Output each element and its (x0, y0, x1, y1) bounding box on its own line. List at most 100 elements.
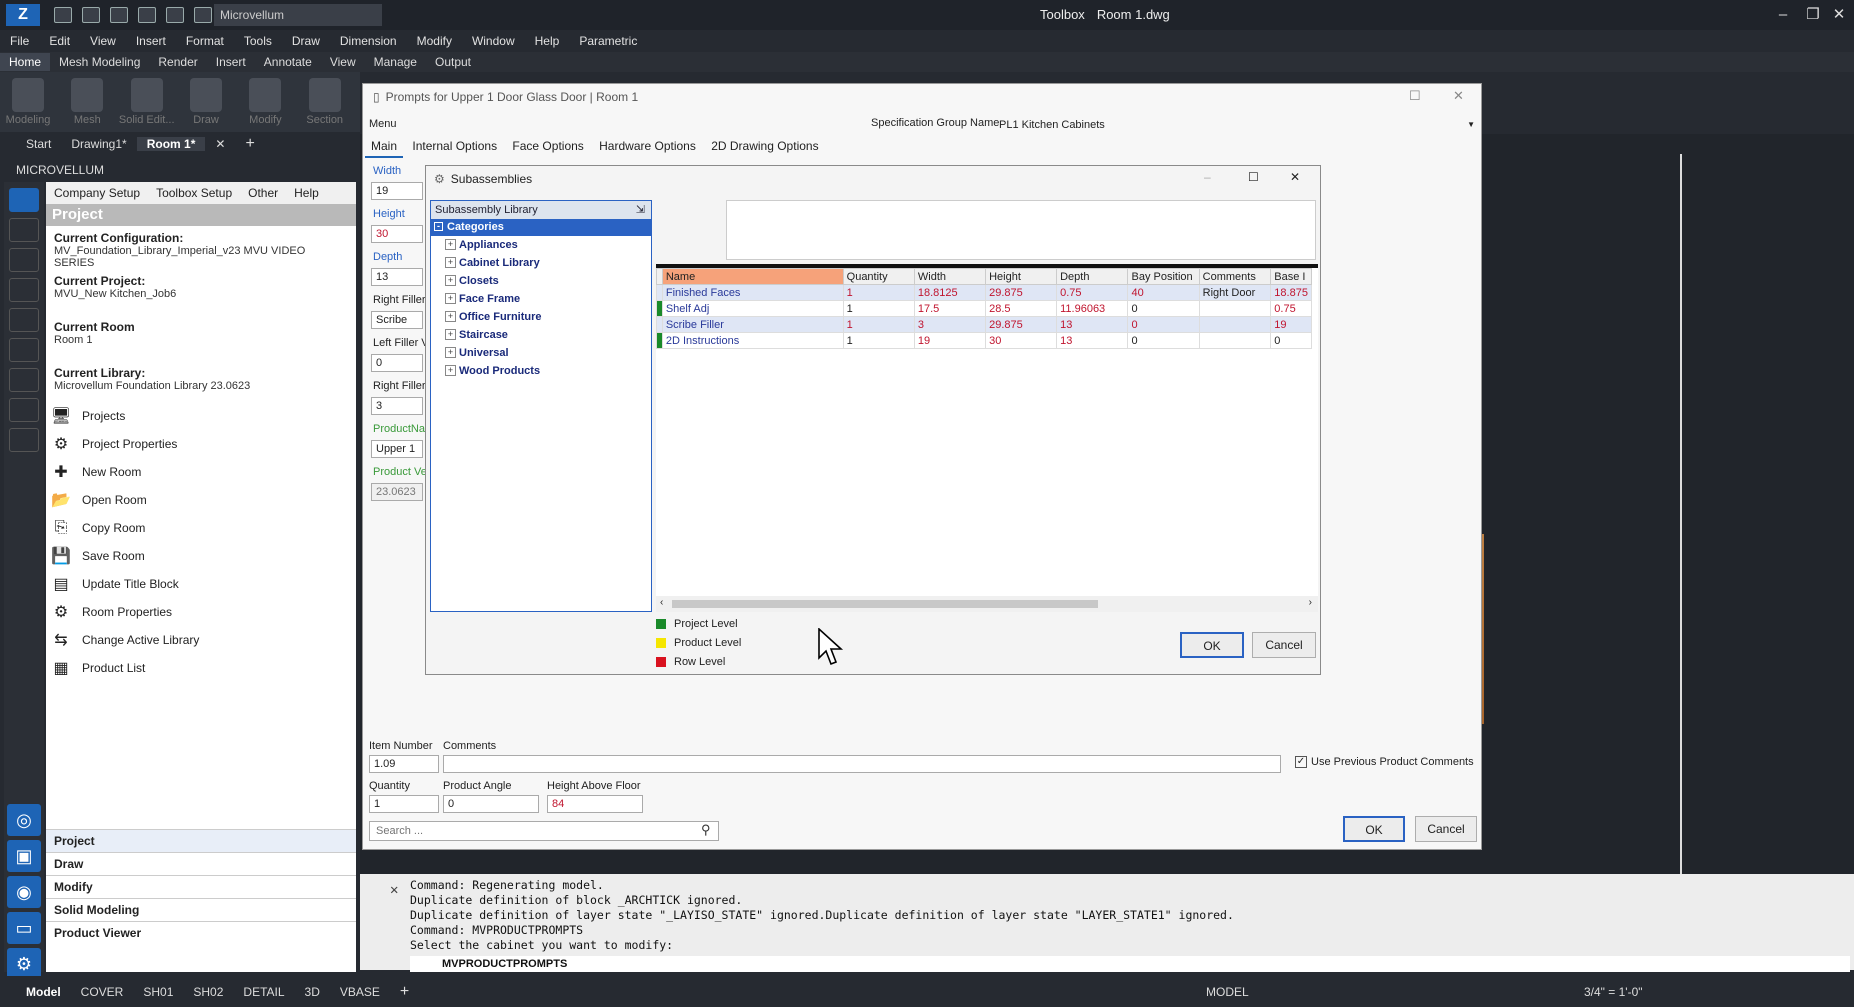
rectangle-icon[interactable] (9, 338, 39, 362)
menu-tools[interactable]: Tools (244, 34, 272, 48)
item-number-input[interactable]: 1.09 (369, 755, 439, 773)
tree-node-appliances[interactable]: Appliances (431, 236, 651, 254)
model-space-toggle[interactable]: MODEL (1196, 985, 1259, 999)
leader-icon[interactable] (9, 428, 39, 452)
table-cell[interactable]: 11.96063 (1056, 300, 1129, 317)
column-header-name[interactable]: Name (661, 268, 844, 285)
open-folder-icon[interactable] (82, 7, 100, 23)
tab-annotate[interactable]: Annotate (255, 53, 321, 71)
menu-file[interactable]: File (10, 34, 29, 48)
layout-tab-vbase[interactable]: VBASE (330, 985, 390, 999)
nav-project[interactable]: Project (46, 829, 356, 852)
command-copy-room[interactable]: ⎘ Copy Room (46, 514, 356, 542)
menu-parametric[interactable]: Parametric (579, 34, 637, 48)
table-row[interactable]: Shelf Adj 1 17.5 28.5 11.96063 0 0.75 (656, 300, 1312, 317)
minimize-icon[interactable]: – (1768, 4, 1798, 26)
tree-node-staircase[interactable]: Staircase (431, 326, 651, 344)
scrollbar-thumb[interactable] (672, 600, 1098, 608)
table-cell[interactable]: 19 (913, 332, 987, 349)
command-new-room[interactable]: ✚ New Room (46, 458, 356, 486)
quantity-input[interactable]: 1 (369, 795, 439, 813)
right-filler-width-input[interactable]: 3 (371, 397, 423, 415)
table-cell[interactable]: 13 (1056, 332, 1129, 349)
column-header-quantity[interactable]: Quantity (842, 268, 915, 285)
search-icon[interactable]: ⚲ (701, 822, 711, 838)
prompts-cancel-button[interactable]: Cancel (1415, 816, 1477, 842)
close-command-icon[interactable]: ✕ (390, 882, 398, 898)
nav-modify[interactable]: Modify (46, 875, 356, 898)
layout-tab-detail[interactable]: DETAIL (233, 985, 294, 999)
command-change-active-library[interactable]: ⇆ Change Active Library (46, 626, 356, 654)
tab-main[interactable]: Main (365, 136, 404, 158)
subassemblies-maximize-icon[interactable]: ☐ (1248, 170, 1259, 184)
tab-internal-options[interactable]: Internal Options (406, 136, 503, 156)
table-cell[interactable]: Shelf Adj (661, 300, 844, 317)
mv-menu-help[interactable]: Help (294, 186, 319, 200)
nav-solid-modeling[interactable]: Solid Modeling (46, 898, 356, 921)
command-save-room[interactable]: 💾 Save Room (46, 542, 356, 570)
table-cell[interactable]: 40 (1127, 284, 1200, 301)
menu-dimension[interactable]: Dimension (340, 34, 397, 48)
command-projects[interactable]: 🖥 Projects (46, 402, 356, 430)
mv-menu-company-setup[interactable]: Company Setup (54, 186, 140, 200)
use-previous-comments-checkbox[interactable]: ✓ Use Previous Product Comments (1295, 756, 1474, 768)
layout-tab-sh02[interactable]: SH02 (183, 985, 233, 999)
product-angle-input[interactable]: 0 (443, 795, 539, 813)
close-tab-icon[interactable]: ✕ (205, 137, 235, 151)
table-row[interactable]: Finished Faces 1 18.8125 29.875 0.75 40 Right … (656, 284, 1312, 301)
layout-tab-3d[interactable]: 3D (295, 985, 330, 999)
table-cell[interactable]: 0 (1127, 332, 1200, 349)
add-layout-icon[interactable]: + (390, 983, 419, 1001)
prompts-maximize-icon[interactable]: ☐ (1409, 88, 1421, 104)
doc-tab-start[interactable]: Start (16, 137, 61, 151)
table-cell[interactable]: 18.8125 (913, 284, 987, 301)
menu-draw[interactable]: Draw (292, 34, 320, 48)
tab-render[interactable]: Render (149, 53, 206, 71)
app-logo-icon[interactable]: Z (6, 4, 40, 26)
column-header-bay-position[interactable]: Bay Position (1127, 268, 1200, 285)
table-cell[interactable]: 13 (1056, 316, 1129, 333)
column-header-height[interactable]: Height (985, 268, 1058, 285)
tab-mesh-modeling[interactable]: Mesh Modeling (50, 53, 149, 71)
ribbon-modify-button[interactable]: Modify (237, 72, 293, 132)
left-filler-input[interactable]: 0 (371, 354, 423, 372)
tree-node-closets[interactable]: Closets (431, 272, 651, 290)
subassemblies-close-icon[interactable]: ✕ (1290, 170, 1300, 184)
table-cell[interactable]: 0 (1127, 300, 1200, 317)
nav-draw[interactable]: Draw (46, 852, 356, 875)
table-cell[interactable] (1198, 300, 1272, 317)
prompts-close-icon[interactable]: ✕ (1453, 88, 1464, 104)
menu-format[interactable]: Format (186, 34, 224, 48)
redo-icon[interactable] (166, 7, 184, 23)
polyline-icon[interactable] (9, 248, 39, 272)
height-input[interactable]: 30 (371, 225, 423, 243)
command-room-properties[interactable]: ⚙ Room Properties (46, 598, 356, 626)
command-project-properties[interactable]: ⚙ Project Properties (46, 430, 356, 458)
tree-node-wood-products[interactable]: Wood Products (431, 362, 651, 380)
tab-home[interactable]: Home (0, 53, 51, 71)
tree-root-categories[interactable]: - Categories (431, 219, 651, 236)
tree-node-cabinet-library[interactable]: Cabinet Library (431, 254, 651, 272)
table-cell[interactable] (1198, 316, 1272, 333)
layout-tab-cover[interactable]: COVER (71, 985, 134, 999)
column-header-depth[interactable]: Depth (1056, 268, 1129, 285)
tab-manage[interactable]: Manage (365, 53, 426, 71)
arc-icon[interactable] (9, 308, 39, 332)
table-cell[interactable]: 29.875 (985, 284, 1058, 301)
tab-face-options[interactable]: Face Options (506, 136, 589, 156)
tab-hardware-options[interactable]: Hardware Options (593, 136, 702, 156)
table-cell[interactable]: 2D Instructions (661, 332, 844, 349)
table-cell[interactable] (1198, 332, 1272, 349)
undo-icon[interactable] (138, 7, 156, 23)
tab-output[interactable]: Output (426, 53, 480, 71)
table-cell[interactable]: 0 (1270, 332, 1312, 349)
table-cell[interactable]: 1 (842, 300, 915, 317)
depth-input[interactable]: 13 (371, 268, 423, 286)
workspace-select[interactable]: Microvellum (214, 4, 382, 26)
horizontal-scrollbar[interactable]: ‹ › (656, 596, 1318, 612)
table-cell[interactable]: 17.5 (913, 300, 987, 317)
table-cell[interactable]: 0.75 (1056, 284, 1129, 301)
pin-icon[interactable]: ⇲ (636, 201, 645, 219)
pencil-icon[interactable] (9, 188, 39, 212)
circle-icon[interactable] (9, 278, 39, 302)
